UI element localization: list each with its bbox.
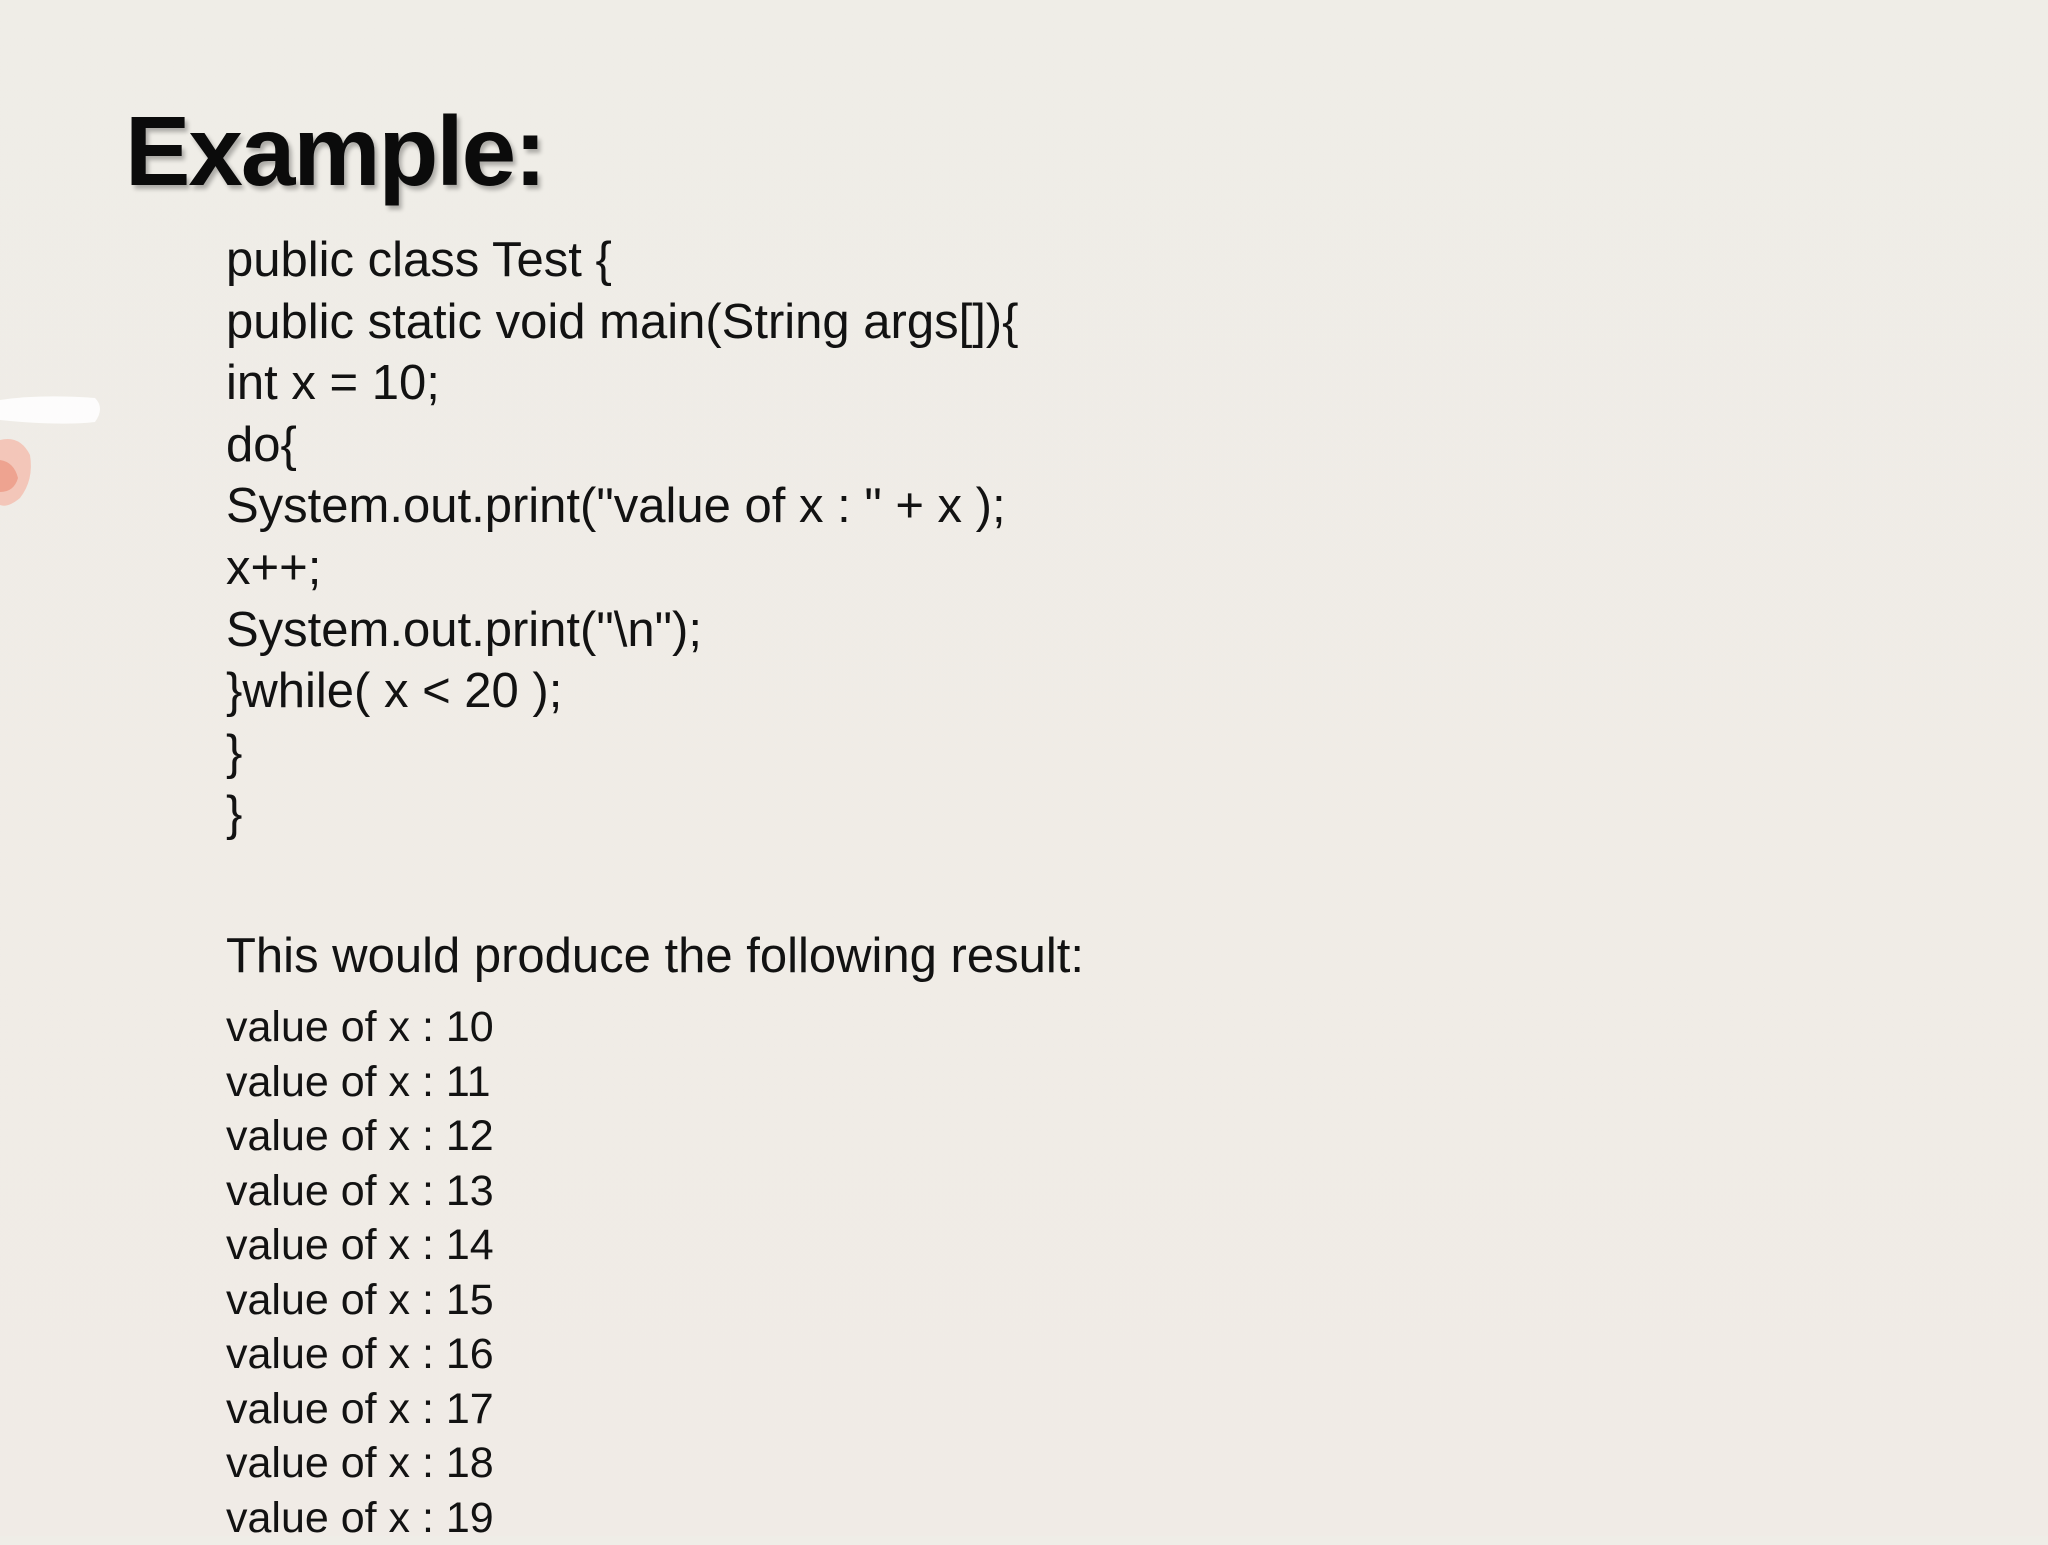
output-block: value of x : 10 value of x : 11 value of… bbox=[226, 1000, 494, 1545]
output-line: value of x : 19 bbox=[226, 1491, 494, 1545]
code-line: }while( x < 20 ); bbox=[226, 661, 1019, 723]
code-line: public static void main(String args[]){ bbox=[226, 292, 1019, 354]
output-line: value of x : 10 bbox=[226, 1000, 494, 1055]
output-line: value of x : 12 bbox=[226, 1109, 494, 1164]
code-line: int x = 10; bbox=[226, 353, 1019, 415]
output-line: value of x : 14 bbox=[226, 1218, 494, 1273]
code-line: public class Test { bbox=[226, 230, 1019, 292]
slide-title: Example: bbox=[125, 92, 545, 210]
slide: Example: public class Test { public stat… bbox=[0, 0, 2048, 1536]
code-line: x++; bbox=[226, 538, 1019, 600]
output-line: value of x : 11 bbox=[226, 1055, 494, 1110]
code-line: do{ bbox=[226, 415, 1019, 477]
result-label: This would produce the following result: bbox=[226, 925, 1084, 987]
code-line: System.out.print("\n"); bbox=[226, 600, 1019, 662]
code-line: System.out.print("value of x : " + x ); bbox=[226, 476, 1019, 538]
output-line: value of x : 16 bbox=[226, 1327, 494, 1382]
output-line: value of x : 18 bbox=[226, 1436, 494, 1491]
output-line: value of x : 13 bbox=[226, 1164, 494, 1219]
code-block: public class Test { public static void m… bbox=[226, 230, 1019, 846]
code-line: } bbox=[226, 784, 1019, 846]
output-line: value of x : 17 bbox=[226, 1382, 494, 1437]
code-line: } bbox=[226, 723, 1019, 785]
flower-decoration-icon bbox=[0, 380, 120, 530]
output-line: value of x : 15 bbox=[226, 1273, 494, 1328]
